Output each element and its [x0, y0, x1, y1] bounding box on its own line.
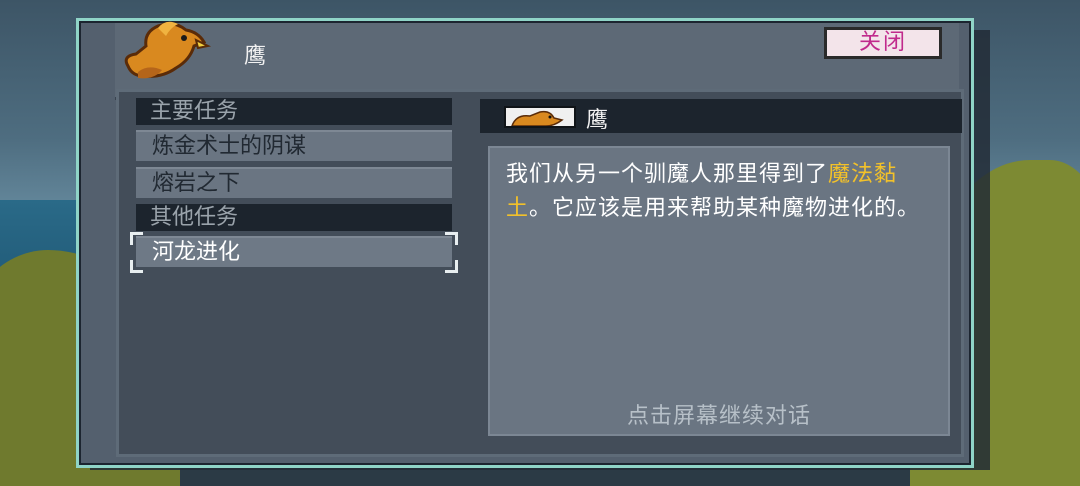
quest-item-selected[interactable]: 河龙进化 — [130, 232, 458, 273]
close-button[interactable]: 关闭 — [824, 27, 942, 59]
selection-corner — [445, 232, 458, 245]
quest-item[interactable]: 炼金术士的阴谋 — [136, 130, 452, 161]
speaker-name: 鹰 — [586, 108, 609, 133]
quest-category-other: 其他任务 — [136, 204, 452, 231]
eagle-speaker-icon — [504, 106, 576, 128]
selection-corner — [130, 260, 143, 273]
dialogue-text-before: 我们从另一个驯魔人那里得到了 — [506, 162, 829, 187]
quest-item-label: 河龙进化 — [152, 240, 241, 265]
eagle-avatar-icon — [124, 21, 212, 79]
selection-corner — [445, 260, 458, 273]
quest-item[interactable]: 熔岩之下 — [136, 167, 452, 198]
detail-header: 鹰 — [480, 99, 962, 133]
dialogue-box[interactable]: 我们从另一个驯魔人那里得到了魔法黏土。它应该是用来帮助某种魔物进化的。 点击屏幕… — [488, 146, 950, 436]
continue-hint[interactable]: 点击屏幕继续对话 — [490, 398, 948, 430]
dialog-title: 鹰 — [244, 44, 268, 69]
quest-list: 主要任务 炼金术士的阴谋 熔岩之下 其他任务 河龙进化 — [130, 98, 458, 273]
quest-category-main: 主要任务 — [136, 98, 452, 125]
dialogue-text-after: 。它应该是用来帮助某种魔物进化的。 — [529, 196, 921, 221]
selection-corner — [130, 232, 143, 245]
dialogue-text: 我们从另一个驯魔人那里得到了魔法黏土。它应该是用来帮助某种魔物进化的。 — [506, 158, 936, 226]
